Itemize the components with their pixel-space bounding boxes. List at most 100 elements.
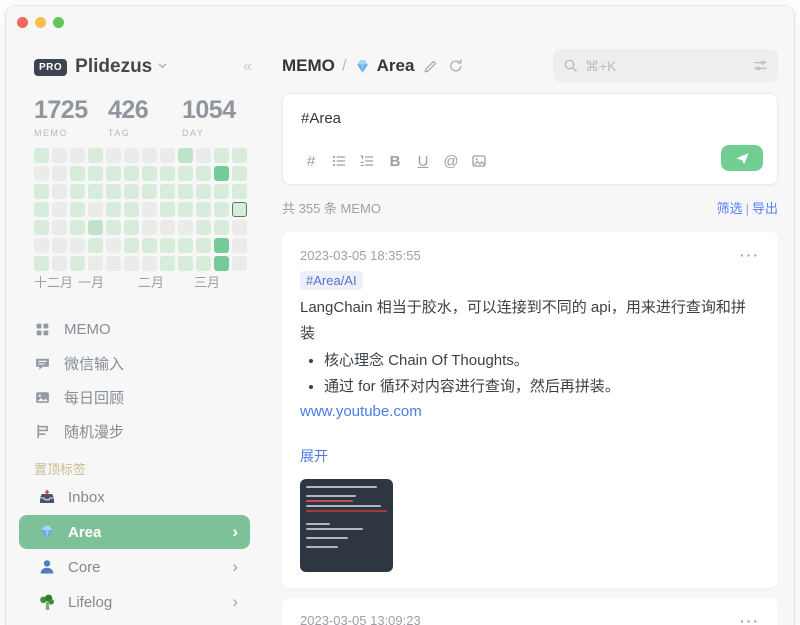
pinned-tag-core[interactable]: Core› — [19, 550, 250, 584]
heatmap-cell[interactable] — [52, 220, 67, 235]
heatmap-cell[interactable] — [34, 238, 49, 253]
heatmap-cell[interactable] — [124, 148, 139, 163]
expand-link[interactable]: 展开 — [300, 446, 760, 466]
heatmap-cell[interactable] — [124, 256, 139, 271]
editor-content[interactable]: #Area — [283, 94, 777, 127]
heatmap-cell[interactable] — [160, 166, 175, 181]
heatmap-cell[interactable] — [142, 220, 157, 235]
more-options-icon[interactable]: ··· — [740, 613, 760, 625]
collapse-sidebar-icon[interactable]: « — [243, 58, 252, 76]
heatmap-cell[interactable] — [196, 166, 211, 181]
heatmap-cell[interactable] — [34, 184, 49, 199]
heatmap-cell[interactable] — [214, 148, 229, 163]
code-screenshot-thumbnail[interactable] — [300, 479, 393, 572]
heatmap-cell[interactable] — [178, 256, 193, 271]
search-input[interactable] — [585, 58, 753, 74]
heatmap-cell[interactable] — [106, 202, 121, 217]
heatmap-cell[interactable] — [106, 256, 121, 271]
ordered-list-icon[interactable] — [353, 150, 381, 172]
heatmap-cell[interactable] — [196, 220, 211, 235]
memo-editor[interactable]: #Area #BU@ — [282, 93, 778, 185]
heatmap-cell[interactable] — [232, 238, 247, 253]
mention-icon[interactable]: @ — [437, 150, 465, 172]
heatmap-cell[interactable] — [160, 256, 175, 271]
sidebar-item-daily-review[interactable]: 每日回顾 — [34, 380, 252, 414]
heatmap-cell[interactable] — [196, 202, 211, 217]
heatmap-cell[interactable] — [52, 166, 67, 181]
heatmap-cell[interactable] — [70, 220, 85, 235]
heatmap-cell[interactable] — [160, 238, 175, 253]
heatmap-cell[interactable] — [124, 166, 139, 181]
breadcrumb-current[interactable]: Area — [377, 56, 415, 76]
heatmap-cell[interactable] — [178, 220, 193, 235]
heatmap-cell[interactable] — [34, 202, 49, 217]
heatmap-cell[interactable] — [106, 148, 121, 163]
heatmap-cell[interactable] — [70, 166, 85, 181]
edit-icon[interactable] — [423, 58, 439, 74]
filter-sliders-icon[interactable] — [753, 58, 768, 73]
heatmap-cell[interactable] — [88, 238, 103, 253]
heatmap-cell[interactable] — [88, 256, 103, 271]
sidebar-item-memo[interactable]: MEMO — [34, 312, 252, 346]
heatmap-cell[interactable] — [52, 202, 67, 217]
send-button[interactable] — [721, 145, 763, 171]
chevron-right-icon[interactable]: › — [232, 522, 238, 542]
workspace-name[interactable]: Plidezus — [75, 56, 152, 78]
heatmap-cell[interactable] — [124, 202, 139, 217]
sidebar-item-wechat-input[interactable]: 微信输入 — [34, 346, 252, 380]
refresh-icon[interactable] — [448, 58, 464, 74]
heatmap-cell[interactable] — [34, 148, 49, 163]
heatmap-cell[interactable] — [214, 166, 229, 181]
pinned-tag-lifelog[interactable]: Lifelog› — [19, 585, 250, 619]
heatmap-cell[interactable] — [160, 184, 175, 199]
heatmap-cell[interactable] — [178, 148, 193, 163]
heatmap-cell[interactable] — [70, 184, 85, 199]
heatmap-cell[interactable] — [196, 184, 211, 199]
image-icon[interactable] — [465, 150, 493, 172]
heatmap-cell[interactable] — [178, 166, 193, 181]
sidebar-item-random-walk[interactable]: 随机漫步 — [34, 414, 252, 448]
heatmap-cell[interactable] — [124, 184, 139, 199]
unordered-list-icon[interactable] — [325, 150, 353, 172]
heatmap-cell[interactable] — [232, 166, 247, 181]
heatmap-cell[interactable] — [178, 202, 193, 217]
heatmap-cell[interactable] — [214, 256, 229, 271]
heatmap-cell[interactable] — [142, 166, 157, 181]
heatmap-cell[interactable] — [178, 238, 193, 253]
memo-link[interactable]: www.youtube.com — [300, 403, 760, 420]
heatmap-cell[interactable] — [34, 166, 49, 181]
memo-tag-chip[interactable]: #Area/AI — [300, 271, 363, 290]
heatmap-cell[interactable] — [106, 220, 121, 235]
heatmap-cell[interactable] — [70, 148, 85, 163]
heatmap-cell[interactable] — [142, 238, 157, 253]
heatmap-cell[interactable] — [88, 166, 103, 181]
filter-link[interactable]: 筛选 — [717, 201, 743, 216]
heatmap-cell[interactable] — [70, 256, 85, 271]
heatmap-cell[interactable] — [232, 148, 247, 163]
heatmap-cell[interactable] — [70, 238, 85, 253]
heatmap-cell[interactable] — [232, 220, 247, 235]
heatmap-cell[interactable] — [142, 148, 157, 163]
heatmap-cell[interactable] — [214, 220, 229, 235]
pinned-tag-area[interactable]: Area› — [19, 515, 250, 549]
heatmap-cell[interactable] — [196, 256, 211, 271]
heatmap-cell[interactable] — [232, 256, 247, 271]
heatmap-cell[interactable] — [178, 184, 193, 199]
minimize-button[interactable] — [35, 17, 46, 28]
chevron-down-icon[interactable] — [157, 58, 168, 76]
hash-icon[interactable]: # — [297, 150, 325, 172]
heatmap-cell[interactable] — [52, 256, 67, 271]
heatmap-cell[interactable] — [160, 202, 175, 217]
heatmap-cell[interactable] — [160, 148, 175, 163]
heatmap-cell[interactable] — [88, 202, 103, 217]
heatmap-cell[interactable] — [88, 184, 103, 199]
heatmap-cell[interactable] — [88, 220, 103, 235]
heatmap-cell[interactable] — [142, 202, 157, 217]
heatmap-cell[interactable] — [70, 202, 85, 217]
heatmap-cell[interactable] — [232, 202, 247, 217]
heatmap-cell[interactable] — [106, 184, 121, 199]
heatmap-cell[interactable] — [34, 256, 49, 271]
heatmap-cell[interactable] — [52, 238, 67, 253]
heatmap-cell[interactable] — [52, 148, 67, 163]
heatmap-cell[interactable] — [124, 220, 139, 235]
